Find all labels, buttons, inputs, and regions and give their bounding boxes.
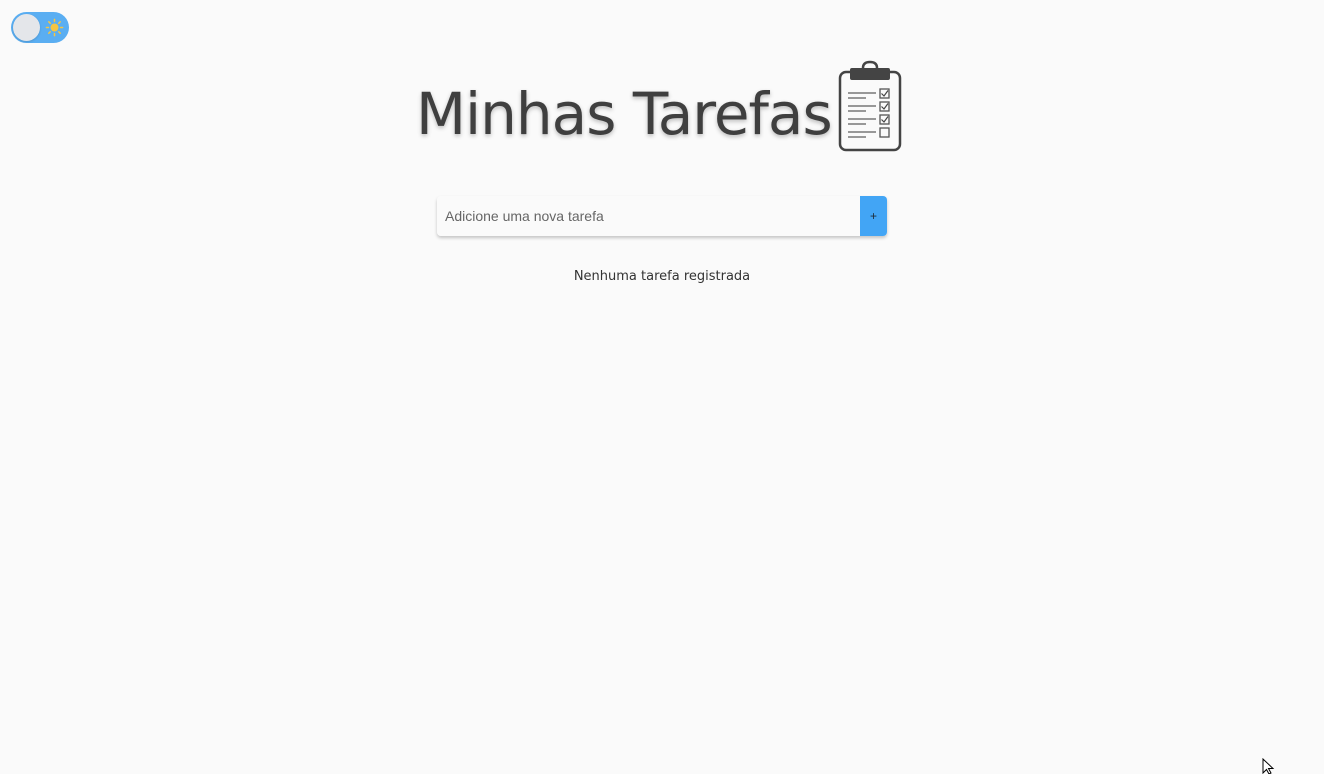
mouse-cursor-icon <box>1262 758 1275 774</box>
new-task-input[interactable] <box>437 196 860 236</box>
page-title: Minhas Tarefas <box>416 80 833 148</box>
toggle-knob[interactable] <box>13 14 40 41</box>
add-task-button[interactable]: + <box>860 196 887 236</box>
header: Minhas Tarefas <box>0 58 1324 158</box>
add-task-form: + <box>437 196 887 236</box>
empty-task-list-message: Nenhuma tarefa registrada <box>573 269 751 284</box>
theme-toggle[interactable] <box>11 12 69 43</box>
clipboard-checklist-icon <box>838 60 902 152</box>
page: Minhas Tarefas Adicione uma nova tarefa … <box>0 0 1324 774</box>
sun-icon <box>45 18 64 37</box>
